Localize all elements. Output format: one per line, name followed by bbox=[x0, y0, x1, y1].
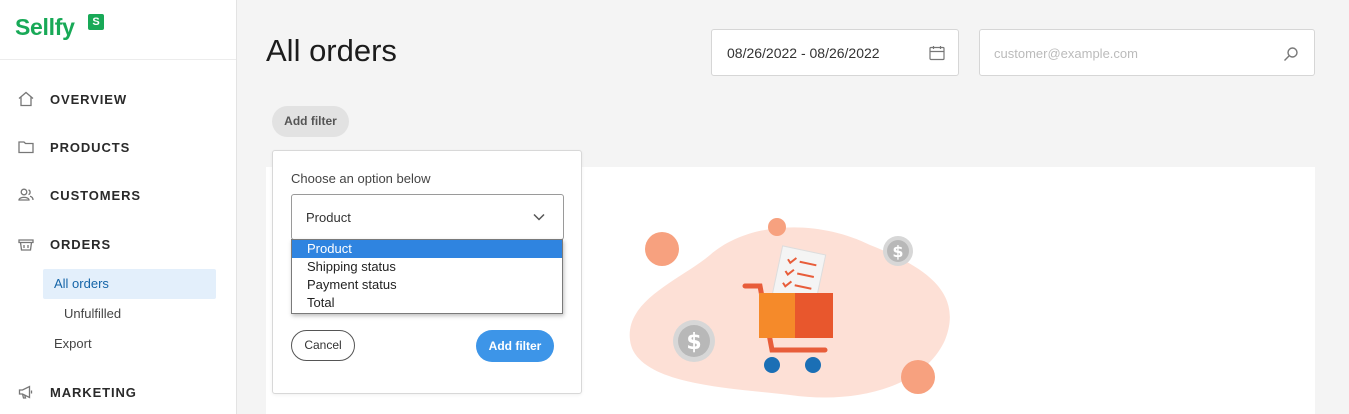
date-range-picker[interactable]: 08/26/2022 - 08/26/2022 bbox=[711, 29, 959, 76]
sidebar-subitem-all-orders[interactable]: All orders bbox=[43, 269, 216, 299]
sidebar-subitem-label: All orders bbox=[54, 276, 109, 291]
sidebar-item-label: PRODUCTS bbox=[50, 140, 131, 155]
logo-badge: S bbox=[88, 14, 104, 30]
chevron-down-icon bbox=[533, 213, 545, 221]
page-title: All orders bbox=[266, 33, 397, 68]
dropdown-option-total[interactable]: Total bbox=[292, 294, 562, 312]
search-icon[interactable] bbox=[1282, 45, 1300, 63]
sidebar-subitem-export[interactable]: Export bbox=[54, 336, 92, 351]
sidebar-item-customers[interactable]: CUSTOMERS bbox=[0, 183, 236, 207]
cancel-button[interactable]: Cancel bbox=[291, 330, 355, 361]
users-icon bbox=[18, 188, 34, 201]
folder-icon bbox=[18, 141, 34, 154]
sidebar-item-orders[interactable]: ORDERS bbox=[0, 232, 236, 256]
search-input[interactable] bbox=[994, 43, 1274, 63]
filter-type-dropdown: Product Shipping status Payment status T… bbox=[291, 239, 563, 314]
search-field[interactable] bbox=[979, 29, 1315, 76]
basket-icon bbox=[18, 239, 34, 251]
sidebar-item-marketing[interactable]: MARKETING bbox=[0, 380, 236, 404]
sidebar-item-label: OVERVIEW bbox=[50, 92, 128, 107]
filter-type-selected: Product bbox=[306, 210, 351, 225]
svg-text:$: $ bbox=[892, 242, 903, 261]
dropdown-option-product[interactable]: Product bbox=[292, 240, 562, 258]
megaphone-icon bbox=[18, 385, 33, 399]
dropdown-option-shipping-status[interactable]: Shipping status bbox=[292, 258, 562, 276]
sidebar-item-label: ORDERS bbox=[50, 237, 112, 252]
logo[interactable]: Sellfy S bbox=[0, 0, 236, 60]
sidebar-item-products[interactable]: PRODUCTS bbox=[0, 135, 236, 159]
sidebar-item-overview[interactable]: OVERVIEW bbox=[0, 87, 236, 111]
sidebar-item-label: CUSTOMERS bbox=[50, 188, 141, 203]
filter-prompt: Choose an option below bbox=[291, 171, 431, 186]
logo-text: Sellfy bbox=[15, 14, 75, 40]
filter-type-select[interactable]: Product bbox=[291, 194, 564, 240]
add-filter-button[interactable]: Add filter bbox=[272, 106, 349, 137]
svg-text:$: $ bbox=[686, 330, 701, 355]
calendar-icon bbox=[929, 46, 945, 61]
sidebar-subitem-unfulfilled[interactable]: Unfulfilled bbox=[64, 306, 121, 321]
sidebar-item-label: MARKETING bbox=[50, 385, 137, 400]
sidebar: Sellfy S OVERVIEW PRODUCTS CUSTOMERS ORD… bbox=[0, 0, 237, 414]
date-range-value: 08/26/2022 - 08/26/2022 bbox=[727, 45, 880, 61]
empty-cart-illustration: $ $ bbox=[629, 218, 950, 398]
home-icon bbox=[18, 91, 34, 107]
apply-filter-button[interactable]: Add filter bbox=[476, 330, 554, 362]
dropdown-option-payment-status[interactable]: Payment status bbox=[292, 276, 562, 294]
